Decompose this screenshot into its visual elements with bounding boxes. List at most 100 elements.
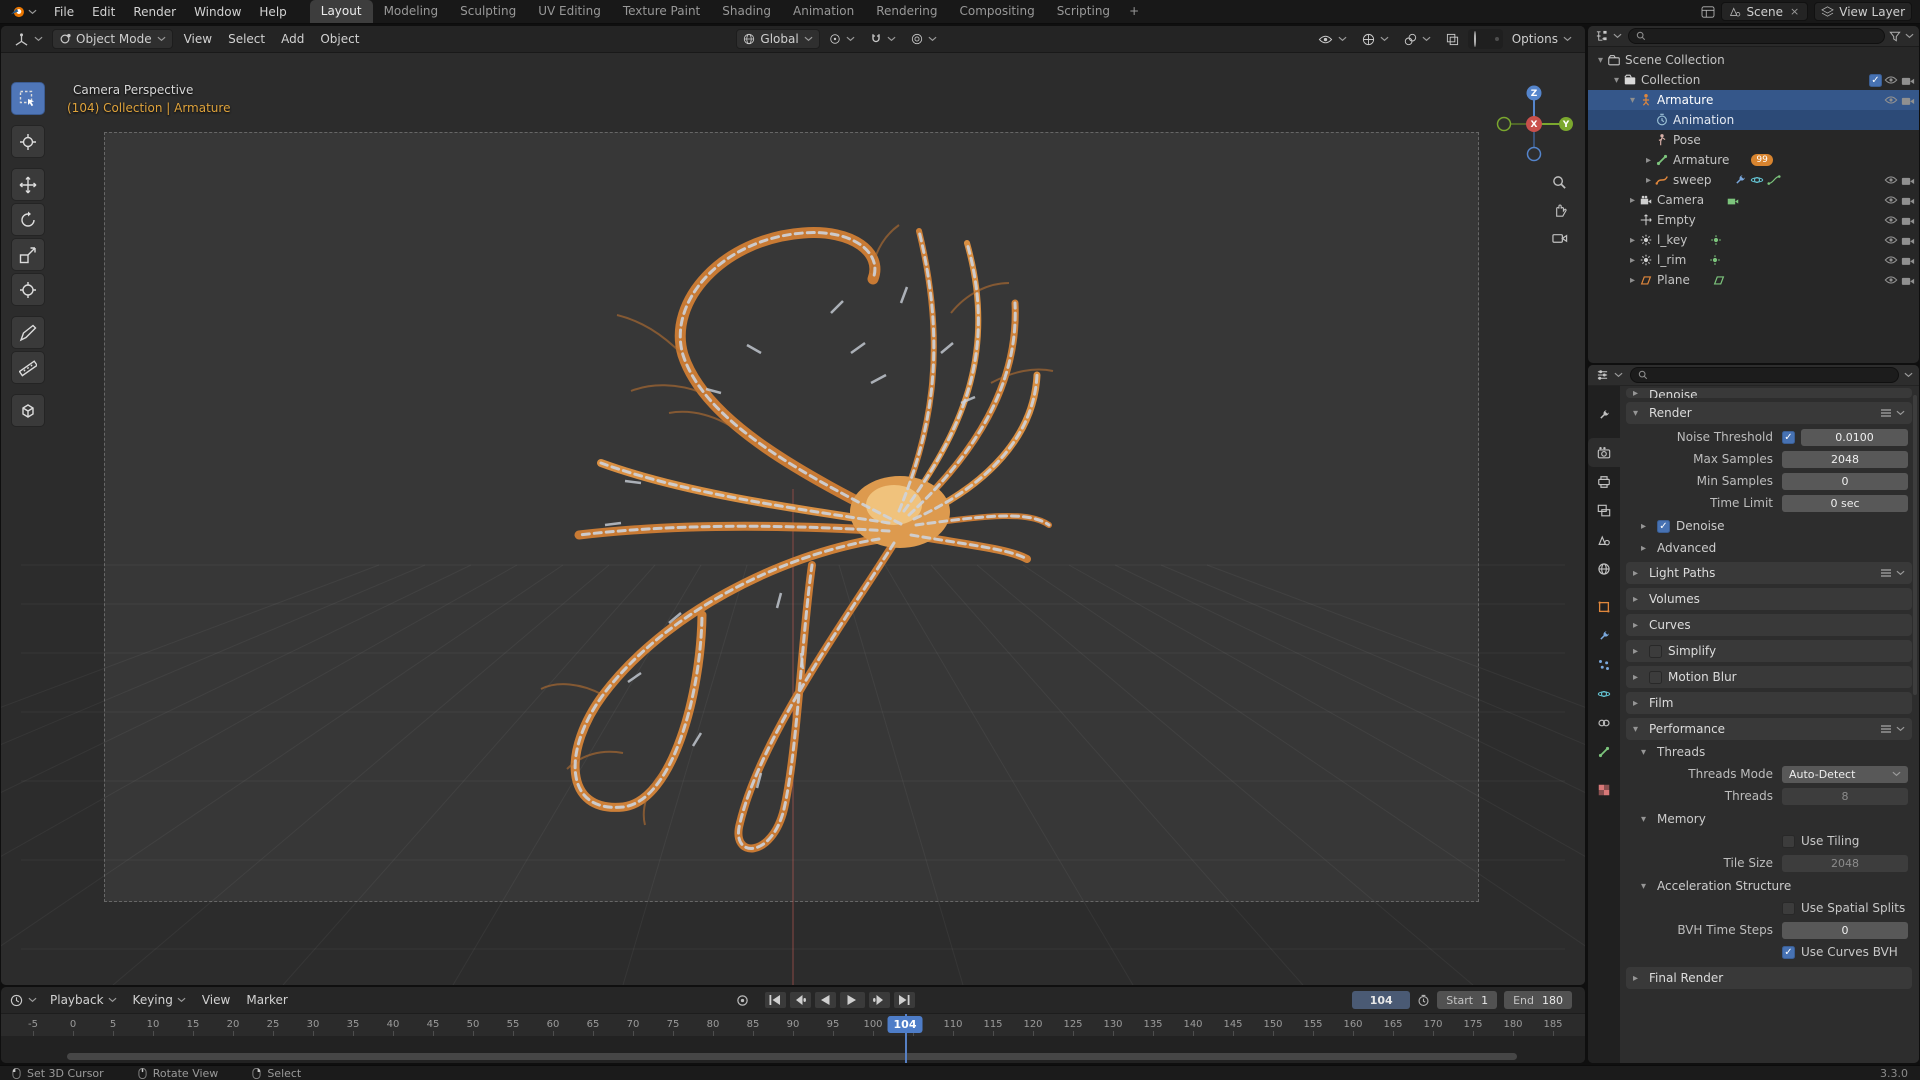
properties-tab-texture[interactable] [1588,775,1620,804]
motion-blur-checkbox[interactable] [1649,670,1662,684]
props-section-render[interactable]: ▾ Render [1626,402,1912,424]
editor-type-viewport-icon[interactable] [8,31,49,48]
prev-keyframe-button[interactable] [788,991,812,1009]
outliner-row-empty[interactable]: Empty [1588,210,1919,230]
simplify-checkbox[interactable] [1649,644,1662,658]
use-spatial-splits-checkbox[interactable] [1782,901,1795,915]
properties-tab-render[interactable] [1588,438,1620,467]
time-limit-field[interactable]: 0 sec [1782,494,1908,512]
outliner-row-l-rim[interactable]: ▸ l_rim [1588,250,1919,270]
tool-scale-button[interactable] [11,238,45,271]
workspace-tab-sculpting[interactable]: Sculpting [449,0,527,23]
viewport-menu-select[interactable]: Select [220,29,273,49]
scene-unlink-button[interactable]: × [1788,5,1801,18]
disable-in-renders-toggle[interactable] [1899,175,1916,186]
viewport-3d[interactable]: Object Mode View Select Add Object Global [1,26,1585,985]
use-tiling-checkbox[interactable] [1782,834,1795,848]
timeline-ruler[interactable]: -5 0 5 10 15 20 25 30 35 40 45 50 55 60 65 70 75 80 85 90 95… [1,1013,1585,1036]
tool-annotate-button[interactable] [11,316,45,349]
tool-rotate-button[interactable] [11,203,45,236]
scene-selector[interactable]: Scene × [1721,2,1809,21]
blender-logo-icon[interactable] [0,0,45,23]
props-section-light-paths[interactable]: ▸ Light Paths [1626,562,1912,584]
add-workspace-button[interactable]: + [1121,0,1147,23]
disclosure-triangle[interactable]: ▾ [1626,95,1639,106]
props-subsection-denoise[interactable]: ▸ ✓ Denoise [1626,516,1912,536]
shading-rendered-button[interactable] [1494,37,1499,41]
properties-tab-scene[interactable] [1588,525,1620,554]
current-frame-field[interactable]: 104 [1352,991,1411,1009]
workspace-tab-uv-editing[interactable]: UV Editing [527,0,612,23]
properties-tab-tool[interactable] [1588,400,1620,429]
frame-end-field[interactable]: End 180 [1504,991,1573,1009]
props-section-volumes[interactable]: ▸ Volumes [1626,588,1912,610]
outliner-row-plane[interactable]: ▸ Plane [1588,270,1919,290]
shading-wireframe-button[interactable] [1473,31,1476,47]
overlays-dropdown[interactable] [1398,31,1437,48]
options-dropdown[interactable]: Options [1506,30,1578,48]
outliner-menu-chevron[interactable] [1905,33,1914,39]
filter-icon[interactable] [1889,31,1901,42]
properties-tab-particles[interactable] [1588,650,1620,679]
mode-dropdown[interactable]: Object Mode [52,29,173,49]
disable-in-renders-toggle[interactable] [1899,255,1916,266]
min-samples-field[interactable]: 0 [1782,472,1908,490]
disclosure-triangle[interactable]: ▸ [1626,255,1639,266]
gizmos-dropdown[interactable] [1356,31,1395,48]
disclosure-triangle[interactable]: ▸ [1642,175,1655,186]
tool-add-cube-button[interactable] [11,394,45,427]
editor-type-outliner-icon[interactable] [1593,30,1624,42]
current-frame-badge[interactable]: 104 [887,1016,923,1033]
timeline-scrollbar[interactable] [67,1053,1517,1060]
disable-in-renders-toggle[interactable] [1899,235,1916,246]
outliner-row-armature[interactable]: ▾ Armature [1588,90,1919,110]
zoom-icon[interactable] [1552,175,1568,190]
properties-tab-view-layer[interactable] [1588,496,1620,525]
menu-file[interactable]: File [45,2,83,22]
props-subsection-threads[interactable]: ▾ Threads [1626,742,1912,762]
menu-help[interactable]: Help [250,2,295,22]
tool-select-box-button[interactable] [11,82,45,115]
properties-scrollbar[interactable] [1913,395,1917,695]
outliner-row-l-key[interactable]: ▸ l_key [1588,230,1919,250]
properties-tab-world[interactable] [1588,554,1620,583]
props-section-final-render[interactable]: ▸ Final Render [1626,967,1912,989]
max-samples-field[interactable]: 2048 [1782,450,1908,468]
play-button[interactable] [838,991,866,1009]
noise-threshold-field[interactable]: 0.0100 [1801,428,1908,446]
tile-size-field[interactable]: 2048 [1782,854,1908,872]
timeline-menu-view[interactable]: View [194,990,238,1010]
viewport-menu-add[interactable]: Add [273,29,312,49]
navigation-gizmo[interactable]: Z Y X [1496,84,1574,162]
preview-range-icon[interactable] [1417,994,1430,1007]
outliner-row-armature[interactable]: ▸ Armature 99 [1588,150,1919,170]
hide-in-viewport-toggle[interactable] [1882,215,1899,225]
outliner-search-input[interactable] [1650,29,1877,43]
transform-orientation-dropdown[interactable]: Global [736,29,820,49]
outliner-row-pose[interactable]: Pose [1588,130,1919,150]
frame-start-field[interactable]: Start 1 [1437,991,1498,1009]
outliner-row-animation[interactable]: Animation [1588,110,1919,130]
tool-move-button[interactable] [11,168,45,201]
panel-menu-icon[interactable] [1880,568,1905,578]
jump-start-button[interactable] [763,991,787,1009]
snap-dropdown[interactable] [864,31,902,47]
hide-in-viewport-toggle[interactable] [1882,195,1899,205]
properties-tab-constraints[interactable] [1588,708,1620,737]
outliner-row-sweep[interactable]: ▸ sweep [1588,170,1919,190]
proportional-edit-dropdown[interactable] [905,31,943,47]
props-section-simplify[interactable]: ▸ Simplify [1626,640,1912,662]
hide-in-viewport-toggle[interactable] [1882,95,1899,105]
properties-menu-chevron[interactable] [1904,372,1913,378]
viewport-canvas[interactable]: Camera Perspective (104) Collection | Ar… [1,53,1585,985]
collection-exclude-checkbox[interactable]: ✓ [1869,73,1882,87]
tool-transform-button[interactable] [11,273,45,306]
properties-tab-modifiers[interactable] [1588,621,1620,650]
menu-render[interactable]: Render [124,2,185,22]
hide-in-viewport-toggle[interactable] [1882,255,1899,265]
timeline-menu-marker[interactable]: Marker [238,990,295,1010]
properties-tab-output[interactable] [1588,467,1620,496]
workspace-tab-texture-paint[interactable]: Texture Paint [612,0,711,23]
panel-menu-icon[interactable] [1880,408,1905,418]
properties-search-input[interactable] [1652,368,1891,382]
